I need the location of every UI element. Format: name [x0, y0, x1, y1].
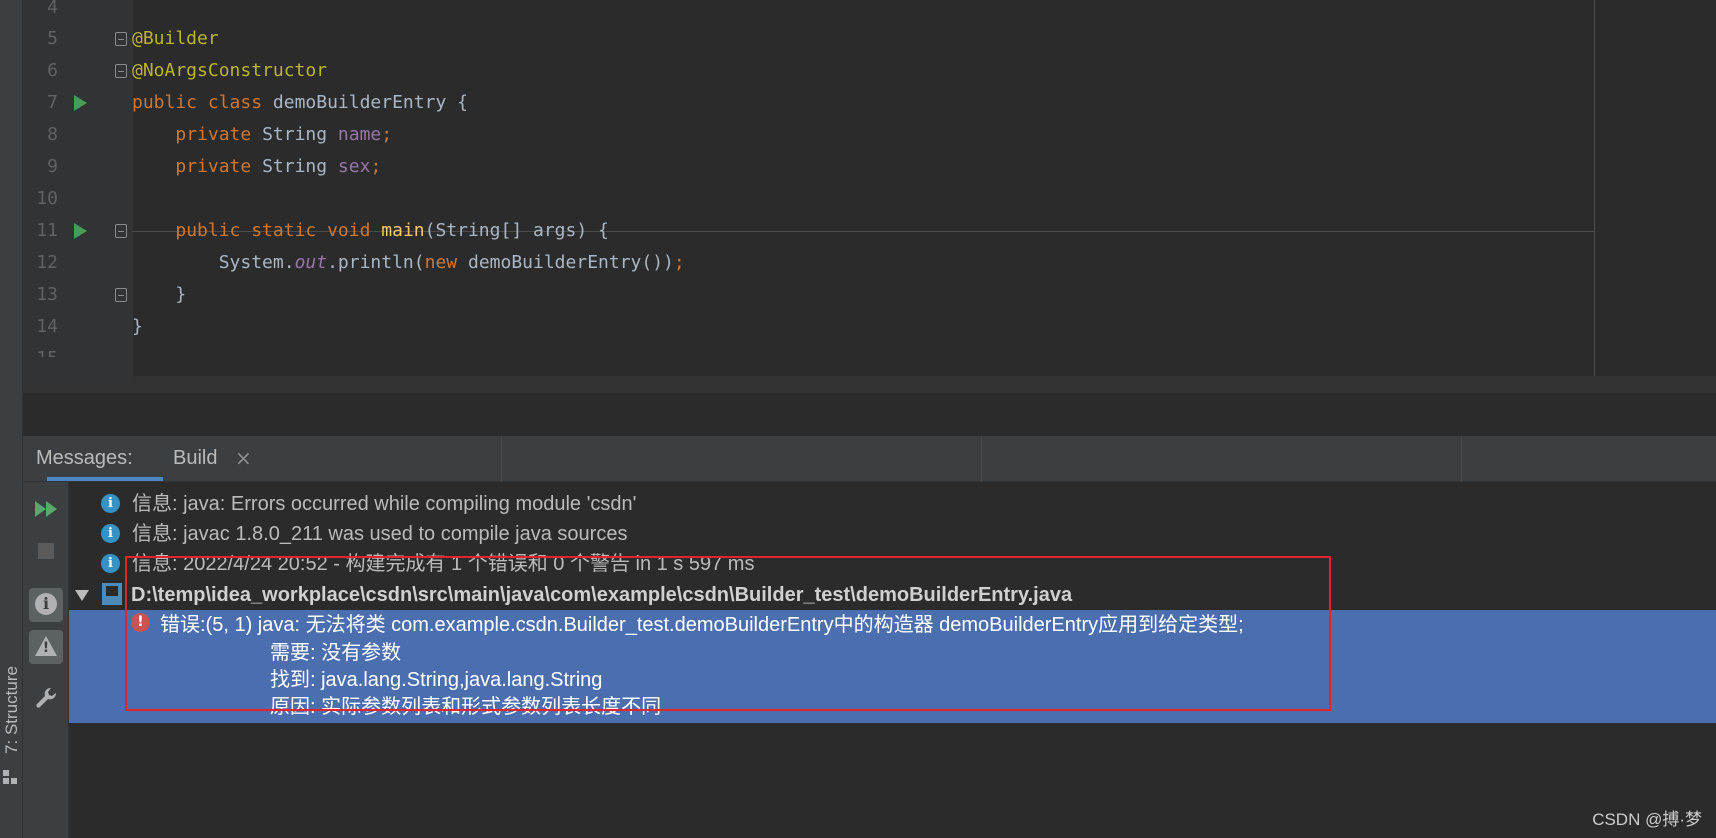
- line-number: 12: [36, 252, 58, 273]
- line-number: 9: [47, 156, 58, 177]
- line-number: 13: [36, 284, 58, 305]
- code-text: @Builder: [132, 28, 219, 49]
- show-info-icon[interactable]: [29, 588, 63, 622]
- error-detail: 找到: java.lang.String,java.lang.String: [270, 669, 603, 691]
- info-icon: i: [101, 494, 120, 513]
- code-text: private String sex;: [175, 156, 382, 177]
- line-number: 10: [36, 188, 58, 209]
- code-text: }: [132, 316, 143, 337]
- run-gutter-icon[interactable]: [74, 223, 87, 239]
- header-divider: [501, 436, 502, 482]
- code-line: 12 System.out.println(new demoBuilderEnt…: [23, 245, 1716, 280]
- code-text: public class demoBuilderEntry {: [132, 92, 468, 113]
- code-line: 5 @Builder: [23, 21, 1716, 56]
- close-icon[interactable]: ×: [235, 446, 252, 470]
- code-line: 13 }: [23, 277, 1716, 312]
- info-row-text: 信息: javac 1.8.0_211 was used to compile …: [132, 523, 628, 545]
- wrench-icon[interactable]: [29, 680, 63, 714]
- code-line: 11 public static void main(String[] args…: [23, 213, 1716, 248]
- line-number: 7: [47, 92, 58, 113]
- code-line: 14 }: [23, 309, 1716, 344]
- java-file-icon: [102, 583, 122, 605]
- error-icon: !: [131, 613, 150, 632]
- info-row[interactable]: i 信息: java: Errors occurred while compil…: [69, 489, 1716, 519]
- code-line: 9 private String sex;: [23, 149, 1716, 184]
- code-text: }: [132, 284, 187, 305]
- file-row[interactable]: D:\temp\idea_workplace\csdn\src\main\jav…: [69, 580, 1716, 610]
- tab-build-label: Build: [173, 447, 218, 469]
- code-line: 7 public class demoBuilderEntry {: [23, 85, 1716, 120]
- editor-scroll-edge: [23, 385, 1716, 392]
- line-number: 8: [47, 124, 58, 145]
- code-line: 6 @NoArgsConstructor: [23, 53, 1716, 88]
- error-detail: 原因: 实际参数列表和形式参数列表长度不同: [270, 696, 662, 718]
- fold-icon[interactable]: [115, 64, 127, 78]
- code-line: 15: [23, 341, 1716, 357]
- code-text: @NoArgsConstructor: [132, 60, 328, 81]
- panel-splitter[interactable]: [23, 392, 1716, 436]
- fold-icon[interactable]: [115, 32, 127, 46]
- line-number: 6: [47, 60, 58, 81]
- watermark: CSDN @搏·梦: [1592, 810, 1702, 829]
- show-warnings-icon[interactable]: [29, 630, 63, 664]
- header-divider: [1461, 436, 1462, 482]
- info-row-text: 信息: 2022/4/24 20:52 - 构建完成有 1 个错误和 0 个警告…: [132, 553, 755, 575]
- structure-icon: [3, 770, 17, 784]
- messages-panel: Messages: Build × i 信息: java: Errors occ…: [23, 436, 1716, 838]
- left-tool-stripe: 7: Structure: [0, 0, 23, 838]
- messages-toolbar: [23, 482, 69, 838]
- line-number: 15: [23, 341, 58, 357]
- structure-tool-tab[interactable]: 7: Structure: [0, 640, 23, 784]
- error-detail: 需要: 没有参数: [270, 642, 402, 664]
- fold-icon[interactable]: [115, 224, 127, 238]
- error-message: 错误:(5, 1) java: 无法将类 com.example.csdn.Bu…: [160, 614, 1244, 636]
- code-line: 10: [23, 181, 1716, 216]
- messages-header: Messages: Build ×: [23, 436, 1716, 482]
- structure-tab-label: 7: Structure: [2, 666, 21, 754]
- info-row[interactable]: i 信息: javac 1.8.0_211 was used to compil…: [69, 519, 1716, 549]
- run-gutter-icon[interactable]: [74, 95, 87, 111]
- stop-icon[interactable]: [29, 534, 63, 568]
- line-number: 11: [36, 220, 58, 241]
- messages-tree: i 信息: java: Errors occurred while compil…: [69, 482, 1716, 838]
- info-row-text: 信息: java: Errors occurred while compilin…: [132, 493, 637, 515]
- code-editor[interactable]: 4 5 @Builder 6 @NoArgsConstructor 7 publ…: [23, 0, 1716, 392]
- line-number: 14: [36, 316, 58, 337]
- rerun-icon[interactable]: [29, 492, 63, 526]
- chevron-down-icon[interactable]: [75, 590, 89, 601]
- file-path: D:\temp\idea_workplace\csdn\src\main\jav…: [131, 584, 1073, 606]
- error-entry[interactable]: ! 错误:(5, 1) java: 无法将类 com.example.csdn.…: [69, 610, 1716, 723]
- tab-build[interactable]: Build ×: [153, 436, 270, 482]
- info-row[interactable]: i 信息: 2022/4/24 20:52 - 构建完成有 1 个错误和 0 个…: [69, 549, 1716, 579]
- line-number: 5: [47, 28, 58, 49]
- messages-title: Messages:: [36, 447, 133, 469]
- fold-icon[interactable]: [115, 288, 127, 302]
- active-tab-indicator: [47, 477, 163, 481]
- code-line: 8 private String name;: [23, 117, 1716, 152]
- code-text: System.out.println(new demoBuilderEntry(…: [132, 252, 685, 273]
- header-divider: [981, 436, 982, 482]
- info-icon: i: [101, 524, 120, 543]
- code-text: public static void main(String[] args) {: [175, 220, 609, 241]
- info-icon: i: [101, 554, 120, 573]
- code-text: private String name;: [175, 124, 393, 145]
